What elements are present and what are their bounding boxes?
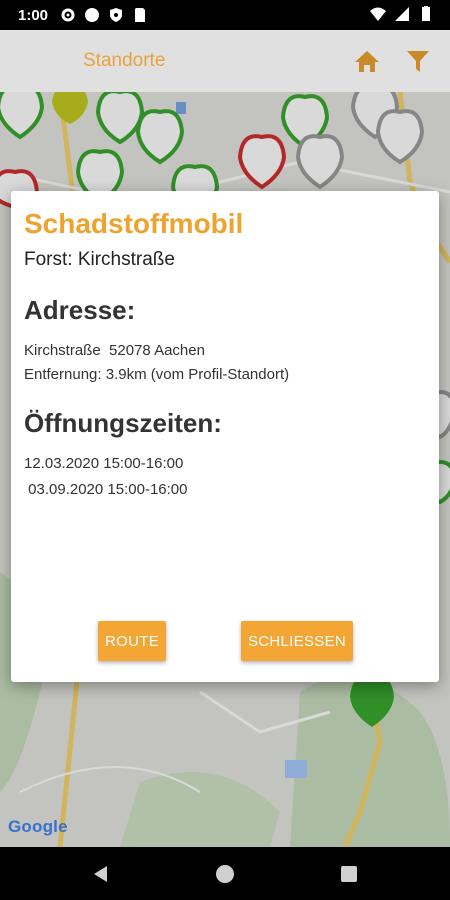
hours-line: 03.09.2020 15:00-16:00 [24, 481, 188, 498]
app-bar: Standorte [0, 30, 450, 92]
status-time: 1:00 [18, 6, 49, 24]
dialog-subtitle: Forst: Kirchstraße [24, 249, 175, 270]
hours-line: 12.03.2020 15:00-16:00 [24, 455, 184, 472]
dialog-title: Schadstoffmobil [24, 208, 244, 239]
wifi-icon [370, 7, 386, 21]
home-circle-icon[interactable] [214, 863, 236, 885]
system-nav-bar [0, 847, 450, 900]
close-button[interactable]: SCHLIESSEN [241, 621, 353, 661]
hours-heading: Öffnungszeiten: [24, 408, 222, 438]
app-title: Standorte [83, 50, 166, 71]
location-dialog: Schadstoffmobil Forst: Kirchstraße Adres… [11, 191, 439, 682]
back-icon[interactable] [90, 863, 112, 885]
filter-icon[interactable] [405, 48, 431, 74]
home-icon[interactable] [354, 48, 380, 74]
address-heading: Adresse: [24, 295, 136, 325]
route-button[interactable]: ROUTE [98, 621, 166, 661]
circle-icon [85, 8, 100, 22]
sd-card-icon [135, 8, 146, 22]
battery-icon [422, 6, 430, 21]
gear-icon [61, 8, 75, 22]
shield-icon [110, 8, 123, 22]
status-bar: 1:00 [0, 0, 450, 30]
recents-icon[interactable] [338, 863, 360, 885]
distance-line: Entfernung: 3.9km (vom Profil-Standort) [24, 366, 290, 383]
address-line: Kirchstraße 52078 Aachen [24, 342, 205, 359]
signal-icon [395, 7, 409, 21]
